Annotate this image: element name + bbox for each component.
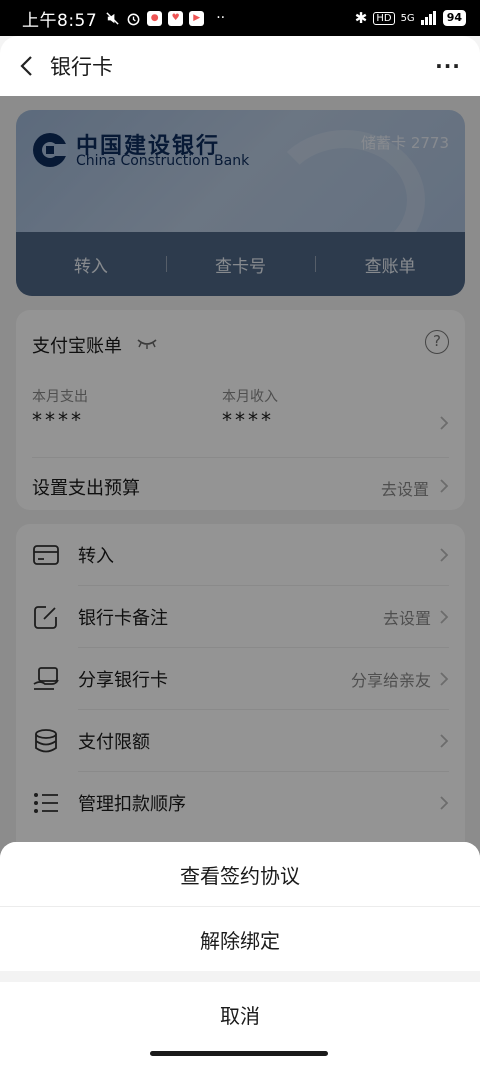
network-label: 5G: [400, 12, 415, 24]
status-icons-left: ● ♥ ▶ ··: [105, 10, 225, 26]
screen: 上午8:57 ● ♥ ▶ ·· ✱ HD 5G 94 银行卡 ··· 中国建设银…: [0, 0, 480, 1066]
chevron-left-icon: [20, 56, 32, 76]
mute-icon: [106, 11, 119, 25]
status-bar: 上午8:57 ● ♥ ▶ ·· ✱ HD 5G 94: [0, 0, 480, 36]
heart-notification-icon: ♥: [168, 10, 184, 26]
view-agreement-button[interactable]: 查看签约协议: [0, 842, 480, 906]
app-header: 银行卡 ···: [0, 36, 480, 96]
unbind-button[interactable]: 解除绑定: [0, 907, 480, 971]
back-button[interactable]: [2, 42, 50, 90]
more-options-button[interactable]: ···: [428, 46, 468, 86]
status-icons-right: ✱ HD 5G 94: [355, 9, 466, 27]
signal-icon: [420, 11, 436, 25]
hd-icon: HD: [373, 11, 395, 25]
battery-icon: 94: [442, 10, 466, 26]
bluetooth-icon: ✱: [354, 9, 368, 27]
home-indicator[interactable]: [150, 1051, 328, 1056]
play-notification-icon: ▶: [189, 10, 205, 26]
page-title: 银行卡: [50, 55, 113, 79]
status-time: 上午8:57: [22, 10, 98, 31]
more-notifications-icon: ··: [216, 10, 226, 26]
action-sheet: 查看签约协议 解除绑定 取消: [0, 842, 480, 1066]
app-notification-icon: ●: [147, 10, 163, 26]
alarm-icon: [127, 13, 140, 25]
